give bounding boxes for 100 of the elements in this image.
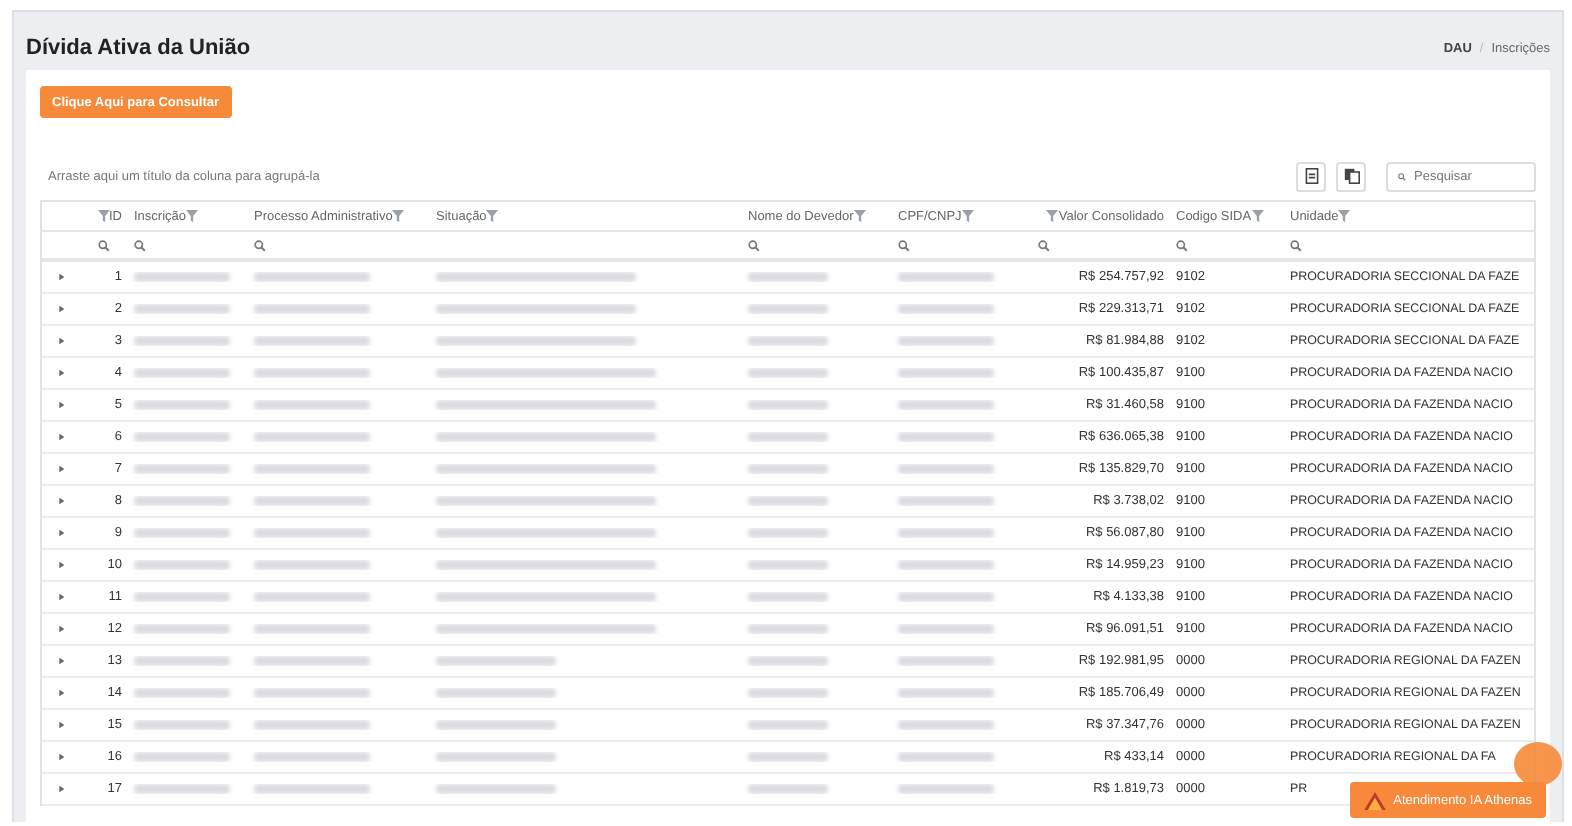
blurred-text [748,400,828,410]
blurred-text [134,304,230,314]
blurred-text [134,592,230,602]
blurred-text [898,272,994,282]
blurred-text [134,528,230,538]
expand-caret-icon[interactable] [56,304,66,314]
search-icon[interactable] [254,239,266,251]
blurred-text [134,336,230,346]
filter-icon[interactable] [1046,210,1059,222]
blurred-text [134,784,230,794]
blurred-text [748,336,828,346]
expand-caret-icon[interactable] [56,400,66,410]
blurred-text [254,432,370,442]
search-icon[interactable] [898,239,910,251]
blurred-text [748,592,828,602]
blurred-text [748,624,828,634]
filter-icon[interactable] [97,210,109,222]
search-icon[interactable] [1290,239,1302,251]
filter-icon[interactable] [1251,210,1264,222]
blurred-text [436,784,556,794]
blurred-text [254,656,370,666]
blurred-text [254,464,370,474]
blurred-text [254,528,370,538]
expand-caret-icon[interactable] [56,592,66,602]
blurred-text [898,464,994,474]
blurred-text [254,560,370,570]
blurred-text [898,336,994,346]
blurred-text [898,720,994,730]
blurred-text [748,272,828,282]
expand-caret-icon[interactable] [56,368,66,378]
filter-icon[interactable] [186,210,199,222]
blurred-text [134,656,230,666]
expand-caret-icon[interactable] [56,464,66,474]
blurred-text [748,688,828,698]
filter-icon[interactable] [1338,210,1351,222]
blurred-text [254,336,370,346]
blurred-text [254,400,370,410]
expand-caret-icon[interactable] [56,528,66,538]
blurred-text [748,560,828,570]
blurred-text [898,496,994,506]
expand-caret-icon[interactable] [56,336,66,346]
blurred-text [748,432,828,442]
expand-caret-icon[interactable] [56,432,66,442]
blurred-text [748,304,828,314]
expand-caret-icon[interactable] [56,496,66,506]
search-icon[interactable] [748,239,760,251]
document-icon [1303,168,1319,184]
copy-button[interactable] [1336,161,1366,191]
blurred-text [254,592,370,602]
filter-icon[interactable] [853,210,866,222]
filter-icon[interactable] [392,210,405,222]
search-icon[interactable] [1038,239,1050,251]
blurred-text [134,720,230,730]
blurred-text [898,304,994,314]
expand-caret-icon[interactable] [56,720,66,730]
search-icon[interactable] [134,239,146,251]
blurred-text [254,368,370,378]
blurred-text [254,752,370,762]
blurred-text [748,784,828,794]
blurred-text [254,688,370,698]
filter-icon[interactable] [486,210,499,222]
blurred-text [254,784,370,794]
blurred-text [254,624,370,634]
blurred-text [134,368,230,378]
blurred-text [898,784,994,794]
blurred-text [898,688,994,698]
blurred-text [134,624,230,634]
expand-caret-icon[interactable] [56,752,66,762]
blurred-text [436,688,556,698]
blurred-text [898,624,994,634]
expand-caret-icon[interactable] [56,624,66,634]
blurred-text [436,720,556,730]
search-icon[interactable] [98,239,110,251]
blurred-text [748,528,828,538]
expand-caret-icon[interactable] [56,272,66,282]
blurred-text [436,656,556,666]
blurred-text [254,272,370,282]
filter-icon[interactable] [961,210,974,222]
blurred-text [748,464,828,474]
blurred-text [898,752,994,762]
search-icon[interactable] [1398,169,1406,183]
expand-caret-icon[interactable] [56,560,66,570]
blurred-text [254,720,370,730]
search-icon[interactable] [1176,239,1188,251]
expand-caret-icon[interactable] [56,784,66,794]
blurred-text [748,496,828,506]
expand-caret-icon[interactable] [56,688,66,698]
blurred-text [254,304,370,314]
blurred-text [748,368,828,378]
export-button[interactable] [1296,161,1326,191]
blurred-text [748,720,828,730]
page-title: Dívida Ativa da União [26,36,251,60]
blurred-text [134,496,230,506]
blurred-text [898,400,994,410]
blurred-text [254,496,370,506]
blurred-text [898,432,994,442]
expand-caret-icon[interactable] [56,656,66,666]
blurred-text [134,752,230,762]
blurred-text [436,752,556,762]
blurred-text [134,560,230,570]
